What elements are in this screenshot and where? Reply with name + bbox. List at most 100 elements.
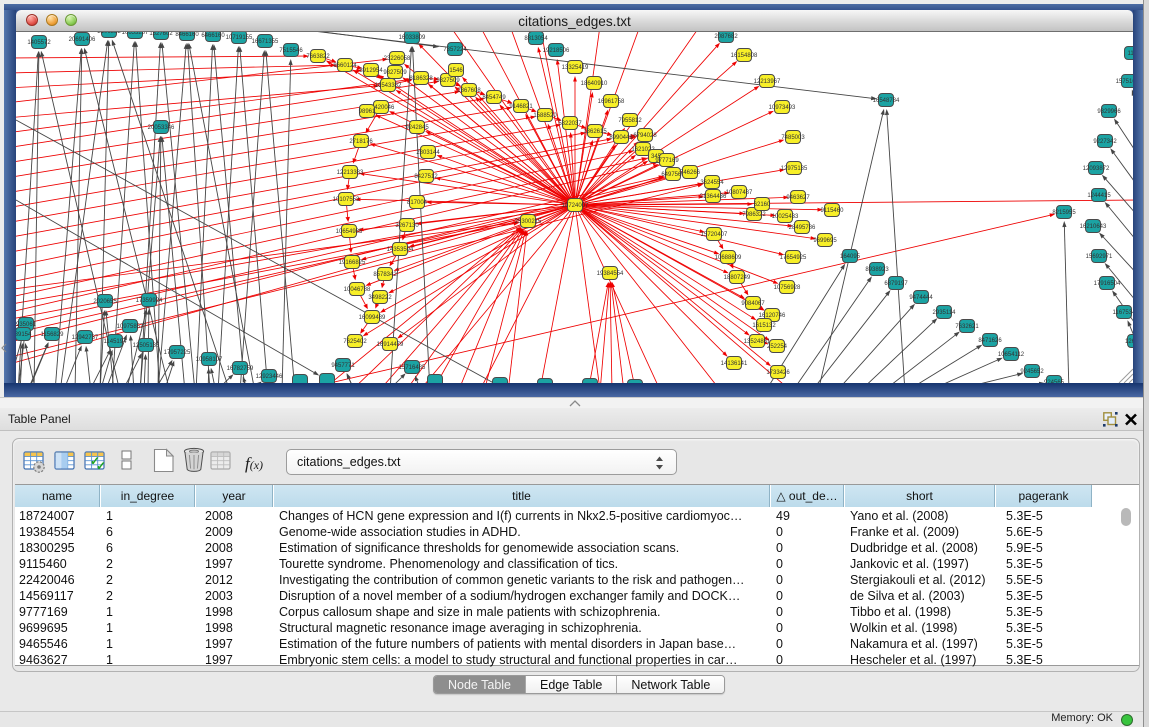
svg-text:✓: ✓: [96, 459, 106, 473]
svg-text:9329966: 9329966: [1097, 109, 1121, 115]
svg-text:9474444: 9474444: [909, 295, 933, 301]
svg-text:12923446: 12923446: [256, 374, 283, 380]
svg-text:9115460: 9115460: [821, 208, 845, 214]
svg-text:7515546: 7515546: [279, 48, 303, 54]
svg-text:2718176: 2718176: [349, 139, 373, 145]
svg-text:16099489: 16099489: [359, 315, 386, 321]
svg-text:126753: 126753: [1125, 339, 1133, 345]
svg-text:62160: 62160: [754, 202, 771, 208]
svg-text:1615132: 1615132: [752, 323, 776, 329]
svg-text:7625402: 7625402: [343, 339, 367, 345]
svg-text:19166825: 19166825: [339, 260, 366, 266]
svg-text:20691406: 20691406: [69, 37, 96, 43]
svg-text:8938923: 8938923: [865, 267, 889, 273]
svg-text:1362615: 1362615: [583, 129, 607, 135]
svg-text:9777169: 9777169: [655, 158, 679, 164]
svg-text:16961758: 16961758: [598, 99, 625, 105]
svg-text:9463627: 9463627: [786, 195, 810, 201]
svg-text:10975857: 10975857: [117, 324, 144, 330]
svg-text:2106532: 2106532: [97, 32, 121, 35]
svg-text:23226058: 23226058: [384, 56, 411, 62]
svg-text:1145194: 1145194: [104, 339, 128, 345]
svg-text:8215955: 8215955: [1052, 210, 1076, 216]
svg-text:8471626: 8471626: [978, 338, 1002, 344]
svg-text:18724007: 18724007: [562, 203, 589, 209]
svg-text:39154: 39154: [16, 332, 32, 338]
svg-text:8578342: 8578342: [373, 272, 397, 278]
svg-text:10653287: 10653287: [122, 32, 149, 36]
svg-text:8660124: 8660124: [333, 63, 357, 69]
svg-text:3624554: 3624554: [700, 180, 724, 186]
svg-text:1405572: 1405572: [27, 40, 51, 46]
svg-text:9146821: 9146821: [509, 104, 533, 110]
svg-text:8466160: 8466160: [175, 32, 199, 38]
svg-text:16154808: 16154808: [731, 53, 758, 59]
svg-text:10046788: 10046788: [344, 287, 371, 293]
svg-text:10719155: 10719155: [226, 35, 253, 41]
svg-text:98961: 98961: [359, 109, 376, 115]
svg-text:12213383: 12213383: [337, 170, 364, 176]
svg-text:252254: 252254: [767, 344, 788, 350]
svg-text:12093872: 12093872: [1083, 166, 1110, 172]
svg-text:10107553: 10107553: [333, 197, 360, 203]
svg-text:2087682: 2087682: [714, 34, 738, 40]
svg-text:1733426: 1733426: [766, 370, 790, 376]
svg-text:8990448: 8990448: [609, 135, 633, 141]
svg-text:18640910: 18640910: [581, 81, 608, 87]
svg-text:7663822: 7663822: [306, 54, 330, 60]
svg-text:12505135: 12505135: [133, 343, 160, 349]
svg-text:7632621: 7632621: [955, 324, 979, 330]
svg-text:7357224: 7357224: [443, 47, 467, 53]
svg-text:5322037: 5322037: [558, 121, 582, 127]
svg-text:18807249: 18807249: [724, 275, 751, 281]
svg-text:15716485: 15716485: [399, 365, 426, 371]
svg-text:10807487: 10807487: [726, 190, 753, 196]
svg-text:16548784: 16548784: [873, 98, 900, 104]
svg-text:12942737: 12942737: [72, 335, 99, 341]
svg-text:9699695: 9699695: [813, 238, 837, 244]
svg-text:8813054: 8813054: [524, 36, 548, 42]
svg-text:25300215: 25300215: [515, 219, 542, 225]
svg-text:3498222: 3498222: [368, 295, 392, 301]
svg-text:10654112: 10654112: [998, 352, 1025, 358]
svg-text:16914479: 16914479: [377, 342, 404, 348]
svg-text:12213967: 12213967: [754, 79, 781, 85]
svg-text:2867608: 2867608: [457, 88, 481, 94]
svg-text:164095: 164095: [840, 254, 861, 260]
svg-text:8454749: 8454749: [482, 95, 506, 101]
svg-text:1527602: 1527602: [149, 32, 173, 37]
svg-text:1546: 1546: [449, 68, 463, 74]
svg-text:13325419: 13325419: [562, 65, 589, 71]
svg-text:9327509: 9327509: [436, 78, 460, 84]
svg-text:7485003: 7485003: [781, 135, 805, 141]
svg-text:12975135: 12975135: [781, 166, 808, 172]
svg-text:8912954: 8912954: [359, 68, 383, 74]
svg-text:1156829: 1156829: [41, 332, 65, 338]
svg-text:2935114: 2935114: [933, 310, 957, 316]
svg-text:10654985: 10654985: [336, 229, 363, 235]
svg-text:8427512: 8427512: [414, 174, 438, 180]
svg-text:19218506: 19218506: [543, 48, 570, 54]
svg-text:16543382: 16543382: [375, 83, 402, 89]
svg-text:9457771: 9457771: [331, 363, 355, 369]
svg-text:9827509: 9827509: [383, 70, 407, 76]
svg-text:16210643: 16210643: [1080, 224, 1107, 230]
svg-text:3267130: 3267130: [395, 223, 419, 229]
svg-text:7986322: 7986322: [742, 212, 766, 218]
svg-text:8186328: 8186328: [409, 76, 433, 82]
svg-text:10973493: 10973493: [769, 105, 796, 111]
svg-text:15720407: 15720407: [701, 232, 728, 238]
svg-text:1244415: 1244415: [1087, 193, 1111, 199]
svg-text:817004: 817004: [407, 200, 428, 206]
svg-text:924565: 924565: [1044, 380, 1065, 383]
svg-text:17654925: 17654925: [780, 255, 807, 261]
svg-text:14136141: 14136141: [721, 361, 748, 367]
svg-text:10756928: 10756928: [774, 285, 801, 291]
svg-text:15692971: 15692971: [1086, 254, 1113, 260]
svg-text:9084067: 9084067: [741, 301, 765, 307]
svg-text:7955812: 7955812: [618, 118, 642, 124]
svg-text:2803144: 2803144: [416, 150, 440, 156]
svg-text:14353594: 14353594: [387, 247, 414, 253]
svg-text:16033809: 16033809: [399, 35, 426, 41]
svg-text:28495786: 28495786: [789, 225, 816, 231]
